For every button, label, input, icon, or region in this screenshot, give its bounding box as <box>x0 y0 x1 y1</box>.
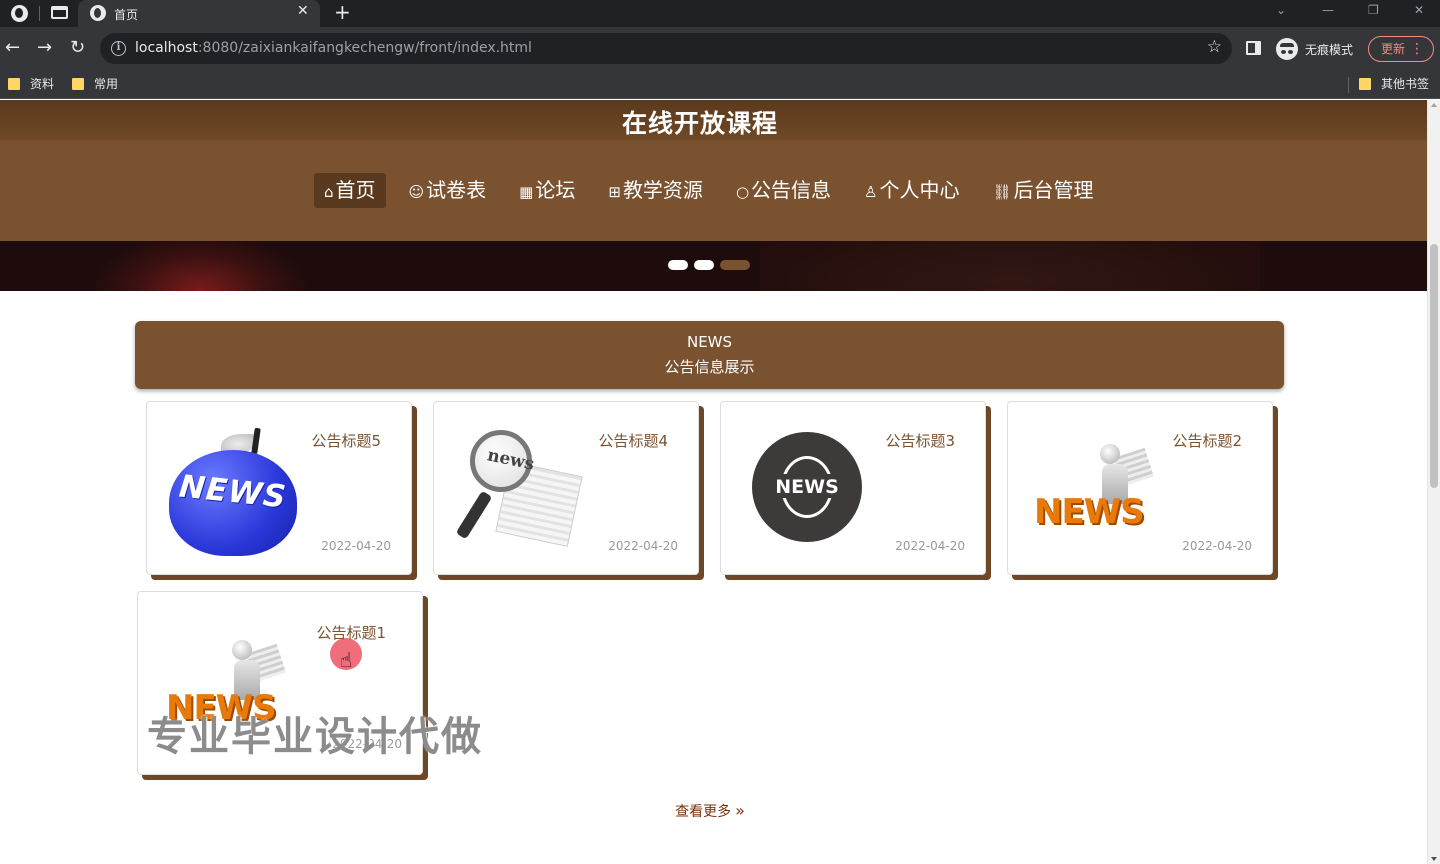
menu-item-label: 后台管理 <box>1013 178 1094 202</box>
carousel-dot[interactable] <box>720 260 750 270</box>
view-more-label: 查看更多 <box>675 804 732 820</box>
magnifier-news-icon: news <box>455 428 584 547</box>
address-bar[interactable]: i localhost:8080/zaixiankaifangkechengw/… <box>100 33 1232 64</box>
news-card[interactable]: news 公告标题4 2022-04-20 <box>433 401 699 575</box>
bookmarks-bar: 资料 常用 其他书签 <box>0 70 1440 99</box>
scroll-down-arrow-icon[interactable] <box>1431 857 1437 861</box>
menu-item-1[interactable]: ☺ 试卷表 <box>399 173 497 208</box>
tab-strip-divider <box>39 6 40 21</box>
globe-news-icon: NEWS <box>752 432 862 542</box>
bookmark-folder-other[interactable]: 其他书签 <box>1359 76 1429 92</box>
tab-search-icon[interactable] <box>51 6 68 19</box>
menu-item-4[interactable]: ○ 公告信息 <box>726 173 841 208</box>
address-url[interactable]: localhost:8080/zaixiankaifangkechengw/fr… <box>135 40 532 56</box>
main-menu: ⌂ 首页 ☺ 试卷表 ▦ 论坛 ⊞ 教学资源 ○ 公告信息 ♙ 个人中心 ⛓ 后台管理 <box>314 173 1117 208</box>
folder-icon <box>1359 78 1371 90</box>
menu-item-icon: ⌂ <box>324 183 334 201</box>
menu-item-label: 教学资源 <box>622 178 703 202</box>
news-heading-en: NEWS <box>686 333 733 351</box>
update-label: 更新 <box>1381 42 1406 56</box>
menu-kebab-icon: ⋮ <box>1410 41 1424 57</box>
news-card-date: 2022-04-20 <box>895 539 965 553</box>
chrome-profile-icon[interactable] <box>11 5 28 22</box>
menu-item-icon: ☺ <box>408 183 425 201</box>
menu-item-label: 个人中心 <box>879 178 960 202</box>
news-card[interactable]: NEWS 公告标题3 2022-04-20 <box>720 401 986 575</box>
carousel-dot[interactable] <box>694 260 714 270</box>
menu-item-icon: ⊞ <box>608 183 621 201</box>
carousel-dots <box>668 260 750 270</box>
forward-arrow-icon[interactable]: → <box>37 36 52 60</box>
apple-news-icon: NEWS <box>167 427 299 558</box>
new-tab-plus-icon[interactable]: + <box>334 1 351 23</box>
view-more-link[interactable]: 查看更多» <box>0 801 1420 821</box>
menu-item-0[interactable]: ⌂ 首页 <box>314 173 386 208</box>
scrollbar-thumb[interactable] <box>1430 244 1438 488</box>
menu-item-label: 论坛 <box>535 178 576 202</box>
double-chevron-right-icon: » <box>735 801 745 820</box>
news-heading-cn: 公告信息展示 <box>664 358 755 376</box>
browser-tab-strip: 首页 ✕ + ⌄ — ❐ ✕ <box>0 0 1440 27</box>
news-card-title[interactable]: 公告标题3 <box>885 430 955 451</box>
menu-item-label: 首页 <box>335 178 376 202</box>
menu-item-icon: ▦ <box>519 183 534 201</box>
browser-toolbar: ← → ↻ i localhost:8080/zaixiankaifangkec… <box>0 27 1440 70</box>
reader-news-icon: NEWS <box>1032 440 1162 538</box>
news-card-date: 2022-04-20 <box>608 539 678 553</box>
menu-item-3[interactable]: ⊞ 教学资源 <box>598 173 713 208</box>
menu-item-icon: ♙ <box>864 183 878 201</box>
folder-icon <box>72 78 84 90</box>
hand-pointer-icon: ☝ <box>340 648 353 672</box>
incognito-label[interactable]: 无痕模式 <box>1305 41 1353 58</box>
menu-item-icon: ○ <box>735 183 750 201</box>
scroll-up-arrow-icon[interactable] <box>1431 103 1437 107</box>
news-card-date: 2022-04-20 <box>1182 539 1252 553</box>
bookmark-folder-ziliao[interactable]: 资料 <box>8 76 54 92</box>
news-card-title[interactable]: 公告标题4 <box>598 430 668 451</box>
site-header: 在线开放课程 ⌂ 首页 ☺ 试卷表 ▦ 论坛 ⊞ 教学资源 ○ 公告信息 ♙ 个人中心 ⛓ 后台管理 <box>0 100 1427 241</box>
menu-item-6[interactable]: ⛓ 后台管理 <box>982 173 1103 208</box>
page-scrollbar[interactable] <box>1427 100 1440 864</box>
tab-list-chevron-icon[interactable]: ⌄ <box>1276 3 1286 17</box>
site-info-icon[interactable]: i <box>111 41 126 56</box>
news-section-header: NEWS 公告信息展示 <box>135 321 1284 389</box>
tab-title: 首页 <box>114 8 139 22</box>
page-viewport: 在线开放课程 ⌂ 首页 ☺ 试卷表 ▦ 论坛 ⊞ 教学资源 ○ 公告信息 ♙ 个人中心 ⛓ 后台管理 NE… <box>0 100 1427 864</box>
news-card-title[interactable]: 公告标题5 <box>311 430 381 451</box>
window-minimize-icon[interactable]: — <box>1322 3 1334 17</box>
menu-item-icon: ⛓ <box>992 183 1012 201</box>
back-arrow-icon[interactable]: ← <box>5 36 20 60</box>
window-restore-icon[interactable]: ❐ <box>1368 3 1379 17</box>
menu-item-2[interactable]: ▦ 论坛 <box>509 173 585 208</box>
reload-icon[interactable]: ↻ <box>70 36 85 60</box>
tab-favicon-globe-icon <box>90 5 106 21</box>
carousel-dot[interactable] <box>668 260 688 270</box>
side-panel-icon[interactable] <box>1246 41 1261 55</box>
menu-item-label: 试卷表 <box>426 178 487 202</box>
bookmark-folder-changyong[interactable]: 常用 <box>72 76 118 92</box>
window-close-icon[interactable]: ✕ <box>1414 3 1424 17</box>
bookmarks-divider <box>1348 77 1349 93</box>
incognito-icon[interactable] <box>1276 38 1298 60</box>
menu-item-5[interactable]: ♙ 个人中心 <box>854 173 969 208</box>
bookmark-star-icon[interactable]: ☆ <box>1207 37 1222 57</box>
news-card[interactable]: NEWS 公告标题2 2022-04-20 <box>1007 401 1273 575</box>
news-card[interactable]: NEWS 公告标题5 2022-04-20 <box>146 401 412 575</box>
news-card-date: 2022-04-20 <box>321 539 391 553</box>
carousel-banner[interactable] <box>0 241 1427 291</box>
menu-item-label: 公告信息 <box>751 178 832 202</box>
news-card-title[interactable]: 公告标题2 <box>1172 430 1242 451</box>
folder-icon <box>8 78 20 90</box>
watermark-overlay: 专业毕业设计代做 <box>147 714 483 760</box>
tab-close-icon[interactable]: ✕ <box>297 3 309 19</box>
site-title: 在线开放课程 <box>621 109 778 138</box>
update-button[interactable]: 更新 ⋮ <box>1368 36 1434 62</box>
browser-tab-active[interactable]: 首页 ✕ <box>78 0 320 27</box>
